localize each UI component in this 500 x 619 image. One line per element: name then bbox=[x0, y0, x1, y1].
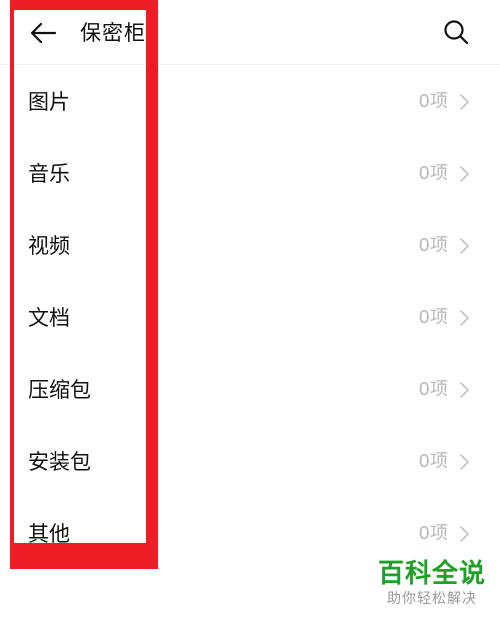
list-item-count: 0项 bbox=[418, 163, 448, 184]
list-item-label: 文档 bbox=[28, 306, 70, 330]
list-item-installers[interactable]: 安装包 0项 bbox=[0, 426, 500, 498]
watermark-subtitle: 助你轻松解决 bbox=[387, 591, 477, 607]
watermark: 百科全说 助你轻松解决 bbox=[372, 558, 492, 608]
list-item-documents[interactable]: 文档 0项 bbox=[0, 282, 500, 354]
safe-box-screen: 保密柜 图片 0项 音乐 0项 视频 0项 文档 0项 压缩包 0项 安装包 0… bbox=[0, 0, 500, 619]
list-item-count: 0项 bbox=[418, 379, 448, 400]
list-item-images[interactable]: 图片 0项 bbox=[0, 66, 500, 138]
list-item-label: 视频 bbox=[28, 234, 70, 258]
chevron-right-icon bbox=[460, 310, 469, 326]
category-list: 图片 0项 音乐 0项 视频 0项 文档 0项 压缩包 0项 安装包 0项 其他… bbox=[0, 66, 500, 570]
list-item-label: 音乐 bbox=[28, 162, 70, 186]
chevron-right-icon bbox=[460, 238, 469, 254]
chevron-right-icon bbox=[460, 454, 469, 470]
list-item-videos[interactable]: 视频 0项 bbox=[0, 210, 500, 282]
list-item-music[interactable]: 音乐 0项 bbox=[0, 138, 500, 210]
page-title: 保密柜 bbox=[80, 21, 146, 45]
watermark-title: 百科全说 bbox=[377, 559, 486, 589]
arrow-left-icon bbox=[30, 22, 57, 44]
list-item-count: 0项 bbox=[418, 523, 448, 544]
list-item-label: 压缩包 bbox=[28, 378, 91, 402]
list-item-archives[interactable]: 压缩包 0项 bbox=[0, 354, 500, 426]
app-header: 保密柜 bbox=[0, 0, 500, 65]
list-item-count: 0项 bbox=[418, 91, 448, 112]
chevron-right-icon bbox=[460, 382, 469, 398]
chevron-right-icon bbox=[460, 526, 469, 542]
list-item-label: 安装包 bbox=[28, 450, 91, 474]
chevron-right-icon bbox=[460, 94, 469, 110]
list-item-count: 0项 bbox=[418, 451, 448, 472]
back-button[interactable] bbox=[26, 16, 60, 50]
list-item-count: 0项 bbox=[418, 307, 448, 328]
chevron-right-icon bbox=[460, 166, 469, 182]
list-item-label: 图片 bbox=[28, 90, 70, 114]
search-icon bbox=[444, 20, 469, 45]
list-item-count: 0项 bbox=[418, 235, 448, 256]
list-item-label: 其他 bbox=[28, 522, 70, 546]
search-button[interactable] bbox=[438, 14, 474, 50]
